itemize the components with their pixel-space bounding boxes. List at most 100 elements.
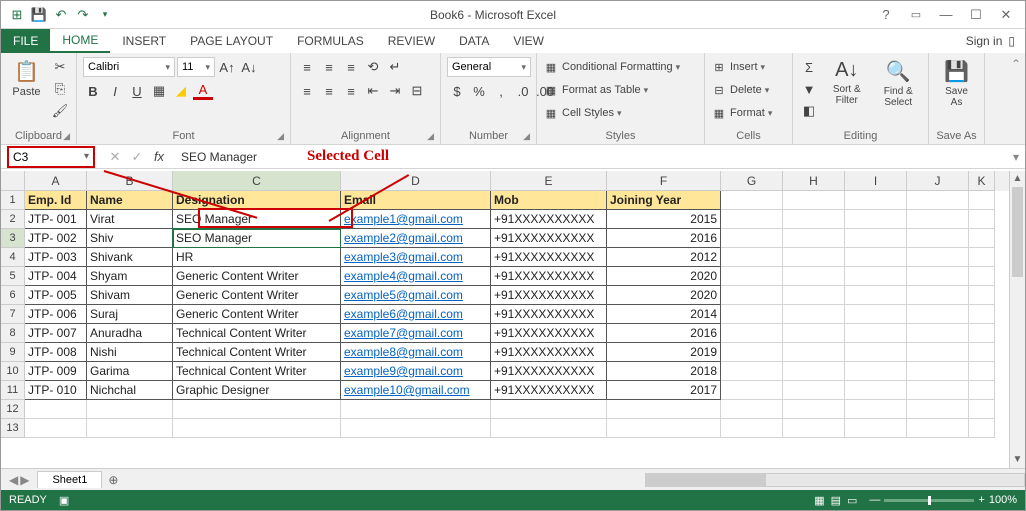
row-header[interactable]: 10: [1, 362, 25, 381]
cell[interactable]: [783, 400, 845, 419]
zoom-level[interactable]: 100%: [989, 494, 1017, 506]
row-header[interactable]: 5: [1, 267, 25, 286]
paste-button[interactable]: 📋 Paste: [7, 57, 46, 100]
wrap-text-icon[interactable]: ↵: [385, 57, 405, 77]
cell[interactable]: Garima: [87, 362, 173, 381]
percent-icon[interactable]: %: [469, 81, 489, 101]
cell[interactable]: [907, 305, 969, 324]
cell[interactable]: +91XXXXXXXXXX: [491, 362, 607, 381]
font-color-icon[interactable]: A: [193, 83, 213, 100]
cell[interactable]: +91XXXXXXXXXX: [491, 305, 607, 324]
cell[interactable]: +91XXXXXXXXXX: [491, 381, 607, 400]
zoom-out-icon[interactable]: —: [869, 494, 880, 506]
tab-pagelayout[interactable]: PAGE LAYOUT: [178, 29, 285, 53]
cell[interactable]: [845, 210, 907, 229]
cell[interactable]: [721, 210, 783, 229]
format-as-table-button[interactable]: ▦Format as Table▾: [543, 80, 680, 100]
bold-icon[interactable]: B: [83, 81, 103, 101]
grow-font-icon[interactable]: A↑: [217, 57, 237, 77]
cell[interactable]: Nichchal: [87, 381, 173, 400]
cell[interactable]: [969, 400, 995, 419]
cell[interactable]: [783, 419, 845, 438]
cell[interactable]: [845, 324, 907, 343]
autosum-icon[interactable]: Σ: [799, 57, 819, 77]
cell[interactable]: JTP- 005: [25, 286, 87, 305]
tab-view[interactable]: VIEW: [501, 29, 556, 53]
cell[interactable]: JTP- 010: [25, 381, 87, 400]
column-header[interactable]: J: [907, 171, 969, 191]
font-name-combo[interactable]: Calibri▾: [83, 57, 175, 77]
cell[interactable]: [783, 305, 845, 324]
cell[interactable]: Anuradha: [87, 324, 173, 343]
page-break-icon[interactable]: ▭: [847, 494, 857, 507]
select-all-triangle[interactable]: [1, 171, 25, 191]
cell[interactable]: SEO Manager: [173, 210, 341, 229]
confirm-edit-icon[interactable]: ✓: [127, 149, 147, 165]
cell[interactable]: [969, 305, 995, 324]
cell[interactable]: Technical Content Writer: [173, 362, 341, 381]
cell[interactable]: [783, 267, 845, 286]
cell[interactable]: +91XXXXXXXXXX: [491, 229, 607, 248]
align-right-icon[interactable]: ≡: [341, 81, 361, 101]
row-header[interactable]: 12: [1, 400, 25, 419]
number-format-combo[interactable]: General▾: [447, 57, 531, 77]
row-header[interactable]: 9: [1, 343, 25, 362]
cell[interactable]: +91XXXXXXXXXX: [491, 267, 607, 286]
cell[interactable]: 2015: [607, 210, 721, 229]
cell[interactable]: Generic Content Writer: [173, 267, 341, 286]
cell-styles-button[interactable]: ▦Cell Styles▾: [543, 103, 680, 123]
cell[interactable]: [721, 381, 783, 400]
cell[interactable]: example6@gmail.com: [341, 305, 491, 324]
cell[interactable]: [721, 305, 783, 324]
italic-icon[interactable]: I: [105, 81, 125, 101]
maximize-icon[interactable]: ☐: [961, 5, 991, 25]
cell[interactable]: [341, 419, 491, 438]
clear-icon[interactable]: ◧: [799, 101, 819, 121]
cell[interactable]: [907, 324, 969, 343]
cell[interactable]: [721, 267, 783, 286]
cut-icon[interactable]: ✂: [50, 57, 70, 77]
next-sheet-icon[interactable]: ▶: [20, 473, 29, 487]
tab-review[interactable]: REVIEW: [376, 29, 447, 53]
cell[interactable]: [721, 419, 783, 438]
cell[interactable]: [845, 229, 907, 248]
cell[interactable]: JTP- 001: [25, 210, 87, 229]
cell[interactable]: [721, 343, 783, 362]
copy-icon[interactable]: ⎘: [50, 79, 70, 99]
launcher-icon[interactable]: ◢: [277, 131, 284, 142]
format-painter-icon[interactable]: 🖌: [50, 101, 70, 121]
cell[interactable]: Shyam: [87, 267, 173, 286]
sort-filter-button[interactable]: A↓ Sort & Filter: [823, 57, 871, 108]
cell[interactable]: example4@gmail.com: [341, 267, 491, 286]
normal-view-icon[interactable]: ▦: [814, 494, 824, 507]
row-header[interactable]: 1: [1, 191, 25, 210]
cell[interactable]: [907, 210, 969, 229]
close-icon[interactable]: ✕: [991, 5, 1021, 25]
align-middle-icon[interactable]: ≡: [319, 57, 339, 77]
cell[interactable]: [721, 400, 783, 419]
scroll-down-icon[interactable]: ▼: [1010, 452, 1025, 468]
border-icon[interactable]: ▦: [149, 81, 169, 101]
qat-customize-icon[interactable]: ▾: [95, 5, 115, 25]
cell[interactable]: [907, 343, 969, 362]
cell[interactable]: [845, 381, 907, 400]
launcher-icon[interactable]: ◢: [427, 131, 434, 142]
cell[interactable]: [845, 400, 907, 419]
cell[interactable]: example7@gmail.com: [341, 324, 491, 343]
orientation-icon[interactable]: ⟲: [363, 57, 383, 77]
cell[interactable]: Virat: [87, 210, 173, 229]
cell[interactable]: Name: [87, 191, 173, 210]
cell[interactable]: example2@gmail.com: [341, 229, 491, 248]
name-box[interactable]: C3▾: [7, 146, 95, 168]
column-header[interactable]: C: [173, 171, 341, 191]
insert-function-icon[interactable]: fx: [149, 149, 169, 165]
cell[interactable]: [969, 362, 995, 381]
cell[interactable]: HR: [173, 248, 341, 267]
cell[interactable]: [783, 381, 845, 400]
cell[interactable]: 2017: [607, 381, 721, 400]
formula-input[interactable]: SEO Manager Selected Cell: [175, 148, 1007, 165]
cell[interactable]: example3@gmail.com: [341, 248, 491, 267]
cell[interactable]: example8@gmail.com: [341, 343, 491, 362]
row-header[interactable]: 8: [1, 324, 25, 343]
cell[interactable]: [845, 362, 907, 381]
